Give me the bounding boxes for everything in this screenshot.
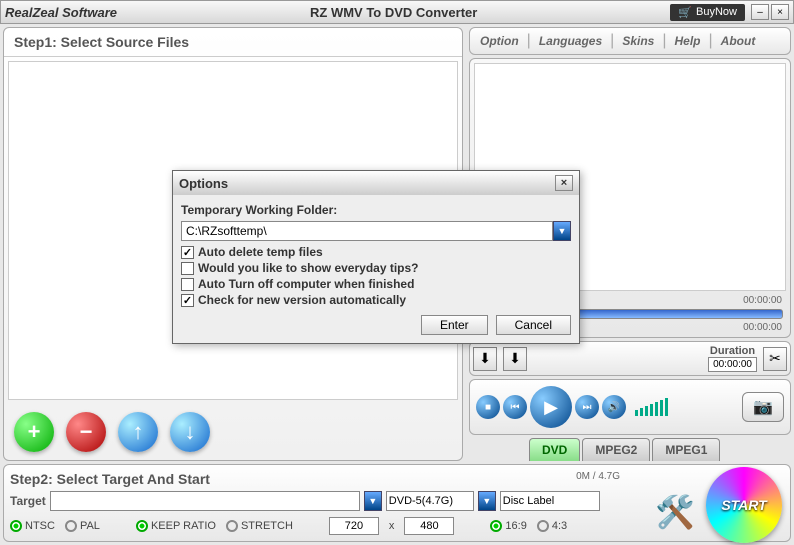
- time-total: 00:00:00: [743, 322, 782, 333]
- disc-label-input[interactable]: [500, 491, 600, 511]
- tab-dvd[interactable]: DVD: [529, 438, 580, 461]
- menu-option[interactable]: Option: [476, 32, 523, 50]
- check-auto-delete[interactable]: ✓Auto delete temp files: [181, 245, 571, 259]
- tools-button[interactable]: 🛠️: [650, 487, 700, 537]
- radio-pal[interactable]: PAL: [65, 520, 100, 532]
- volume-bars[interactable]: [635, 398, 668, 416]
- wrench-icon: 🛠️: [655, 493, 695, 531]
- tab-mpeg1[interactable]: MPEG1: [652, 438, 720, 461]
- app-title: RZ WMV To DVD Converter: [117, 5, 670, 20]
- dialog-titlebar: Options ×: [173, 171, 579, 195]
- volume-button[interactable]: 🔊: [602, 395, 626, 419]
- camera-icon: 📷: [753, 397, 773, 417]
- brand-label: RealZeal Software: [5, 5, 117, 20]
- temp-folder-label: Temporary Working Folder:: [181, 203, 571, 217]
- size-indicator: 0M / 4.7G: [576, 471, 620, 482]
- check-auto-turnoff[interactable]: Auto Turn off computer when finished: [181, 277, 571, 291]
- stop-button[interactable]: ■: [476, 395, 500, 419]
- mark-in-button[interactable]: ⬇: [473, 347, 497, 371]
- width-input[interactable]: [329, 517, 379, 535]
- menubar: Option| Languages| Skins| Help| About: [469, 27, 791, 55]
- clip-button[interactable]: ✂: [763, 347, 787, 371]
- temp-folder-input[interactable]: [181, 221, 553, 241]
- radio-ntsc[interactable]: NTSC: [10, 520, 55, 532]
- dialog-title: Options: [179, 176, 228, 191]
- duration-value: 00:00:00: [708, 357, 757, 372]
- buynow-button[interactable]: 🛒 BuyNow: [670, 4, 745, 21]
- mark-out-button[interactable]: ⬇: [503, 347, 527, 371]
- target-label: Target: [10, 494, 46, 508]
- dvd-type-dropdown[interactable]: ▼: [478, 491, 496, 511]
- dialog-close-button[interactable]: ×: [555, 175, 573, 191]
- snapshot-button[interactable]: 📷: [742, 392, 784, 422]
- bottom-panel: Step2: Select Target And Start 0M / 4.7G…: [3, 464, 791, 542]
- height-input[interactable]: [404, 517, 454, 535]
- radio-4-3[interactable]: 4:3: [537, 520, 567, 532]
- arrow-down-icon: ↓: [185, 419, 196, 445]
- close-button[interactable]: ×: [771, 4, 789, 20]
- options-dialog: Options × Temporary Working Folder: ▼ ✓A…: [172, 170, 580, 344]
- menu-languages[interactable]: Languages: [535, 32, 606, 50]
- enter-button[interactable]: Enter: [421, 315, 488, 335]
- minus-icon: −: [80, 419, 93, 445]
- tab-mpeg2[interactable]: MPEG2: [582, 438, 650, 461]
- radio-stretch[interactable]: STRETCH: [226, 520, 293, 532]
- move-up-button[interactable]: ↑: [118, 412, 158, 452]
- add-button[interactable]: +: [14, 412, 54, 452]
- duration-row: ⬇ ⬇ Duration 00:00:00 ✂: [469, 341, 791, 376]
- arrow-up-icon: ↑: [133, 419, 144, 445]
- start-button[interactable]: START: [706, 467, 782, 543]
- radio-keep-ratio[interactable]: KEEP RATIO: [136, 520, 216, 532]
- target-combo[interactable]: [50, 491, 360, 511]
- cancel-button[interactable]: Cancel: [496, 315, 571, 335]
- menu-about[interactable]: About: [717, 32, 760, 50]
- prev-button[interactable]: ⏮: [503, 395, 527, 419]
- check-everyday-tips[interactable]: Would you like to show everyday tips?: [181, 261, 571, 275]
- cart-icon: 🛒: [678, 6, 692, 19]
- player-controls: ■ ⏮ ▶ ⏭ 🔊 📷: [469, 379, 791, 435]
- temp-folder-browse[interactable]: ▼: [553, 221, 571, 241]
- format-tabs: DVD MPEG2 MPEG1: [469, 438, 791, 461]
- step2-header: Step2: Select Target And Start: [10, 471, 784, 487]
- radio-16-9[interactable]: 16:9: [490, 520, 526, 532]
- target-dropdown[interactable]: ▼: [364, 491, 382, 511]
- dimension-x: x: [389, 520, 395, 532]
- minimize-button[interactable]: –: [751, 4, 769, 20]
- check-new-version[interactable]: ✓Check for new version automatically: [181, 293, 571, 307]
- dvd-type-combo[interactable]: [386, 491, 474, 511]
- play-button[interactable]: ▶: [530, 386, 572, 428]
- titlebar: RealZeal Software RZ WMV To DVD Converte…: [0, 0, 794, 24]
- menu-help[interactable]: Help: [671, 32, 705, 50]
- remove-button[interactable]: −: [66, 412, 106, 452]
- time-end: 00:00:00: [743, 295, 782, 306]
- menu-skins[interactable]: Skins: [618, 32, 658, 50]
- next-button[interactable]: ⏭: [575, 395, 599, 419]
- move-down-button[interactable]: ↓: [170, 412, 210, 452]
- duration-label: Duration: [708, 345, 757, 357]
- plus-icon: +: [28, 419, 41, 445]
- step1-header: Step1: Select Source Files: [4, 28, 462, 57]
